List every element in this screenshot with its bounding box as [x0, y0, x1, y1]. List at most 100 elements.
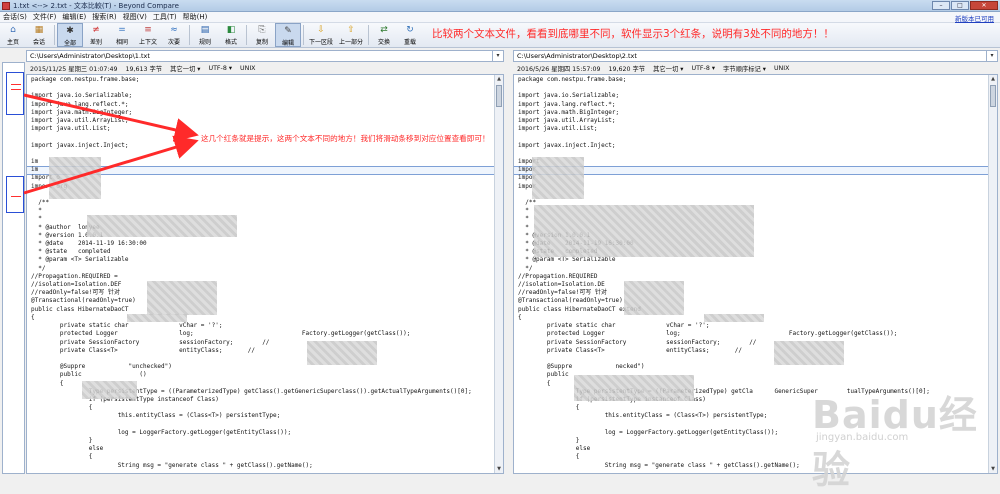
- scroll-up-icon[interactable]: ▲: [989, 75, 997, 83]
- title-bar: 1.txt <--> 2.txt - 文本比較(T) - Beyond Comp…: [0, 0, 1000, 12]
- redacted-region: [534, 205, 754, 257]
- session-label: 会话: [32, 39, 45, 46]
- redacted-region: [704, 314, 764, 322]
- reload-label: 重载: [403, 39, 416, 46]
- left-file-size: 19,613 字节: [125, 65, 163, 73]
- prev-section-button[interactable]: ⇧ 上一部分: [336, 23, 366, 47]
- right-browse-button[interactable]: ▾: [986, 51, 997, 61]
- scroll-up-icon[interactable]: ▲: [495, 75, 503, 83]
- redacted-region: [49, 157, 101, 199]
- minor-icon: ≈: [170, 25, 178, 35]
- right-line-ending[interactable]: UNIX: [774, 65, 790, 72]
- same-label: 相同: [115, 39, 128, 46]
- edit-button[interactable]: ✎ 编辑: [275, 23, 301, 47]
- menu-bar: 会话(S) 文件(F) 编辑(E) 搜索(R) 视图(V) 工具(T) 帮助(H…: [0, 12, 1000, 23]
- diff-icon: ≠: [92, 25, 100, 35]
- edit-icon: ✎: [284, 26, 292, 36]
- new-version-link[interactable]: 新版本已可用: [955, 13, 994, 23]
- rules-icon: ▤: [200, 25, 210, 35]
- left-scrollbar[interactable]: ▲ ▼: [494, 75, 503, 473]
- all-icon: ✱: [66, 26, 74, 36]
- close-button[interactable]: ✕: [970, 1, 998, 10]
- left-file-info: 2015/11/25 星期三 01:07:49 19,613 字节 其它一切 ▾…: [30, 63, 256, 73]
- context-button[interactable]: ≡ 上下文: [135, 23, 161, 47]
- menu-help[interactable]: 帮助(H): [180, 12, 211, 22]
- redacted-region: [127, 314, 187, 322]
- left-browse-button[interactable]: ▾: [492, 51, 503, 61]
- minor-button[interactable]: ≈ 次要: [161, 23, 187, 47]
- left-path-field[interactable]: C:\Users\Administrator\Desktop\1.txt ▾: [26, 50, 504, 62]
- right-path-field[interactable]: C:\Users\Administrator\Desktop\2.txt ▾: [513, 50, 998, 62]
- session-button[interactable]: ▦ 会话: [26, 23, 52, 47]
- same-icon: =: [118, 25, 126, 35]
- right-file-info: 2016/5/26 星期四 15:57:09 19,620 字节 其它一切 ▾ …: [517, 63, 789, 73]
- right-scrollbar[interactable]: ▲ ▼: [988, 75, 997, 473]
- left-encoding-label: UTF-8: [208, 64, 227, 72]
- redacted-region: [307, 341, 377, 365]
- session-icon: ▦: [34, 25, 44, 35]
- toolbar-separator: [246, 25, 247, 45]
- right-bom-dropdown[interactable]: 字节顺序标记 ▾: [723, 64, 766, 73]
- prev-section-label: 上一部分: [338, 39, 363, 46]
- show-same-button[interactable]: = 相同: [109, 23, 135, 47]
- left-rule-label: 其它一切: [170, 65, 196, 73]
- window-controls: – □ ✕: [932, 1, 998, 10]
- app-icon: [2, 1, 10, 10]
- format-label: 格式: [224, 39, 237, 46]
- redacted-region: [624, 281, 684, 315]
- right-bom-label: 字节顺序标记: [723, 65, 761, 73]
- redacted-region: [147, 281, 217, 315]
- show-all-button[interactable]: ✱ 全部: [57, 23, 83, 47]
- next-section-label: 下一区段: [308, 39, 333, 46]
- left-scroll-thumb[interactable]: [496, 85, 502, 107]
- overview-thumbnail[interactable]: [2, 62, 25, 474]
- redacted-region: [774, 341, 844, 365]
- all-label: 全部: [63, 40, 76, 47]
- menu-tools[interactable]: 工具(T): [150, 12, 180, 22]
- menu-view[interactable]: 视图(V): [120, 12, 150, 22]
- window-title: 1.txt <--> 2.txt - 文本比較(T) - Beyond Comp…: [13, 1, 179, 10]
- format-icon: ◧: [226, 25, 236, 35]
- home-button[interactable]: ⌂ 主页: [0, 23, 26, 47]
- left-file-date: 2015/11/25 星期三 01:07:49: [30, 65, 118, 73]
- left-line-ending[interactable]: UNIX: [240, 65, 256, 72]
- menu-session[interactable]: 会话(S): [0, 12, 30, 22]
- context-label: 上下文: [138, 39, 157, 46]
- right-encoding-dropdown[interactable]: UTF-8 ▾: [691, 65, 715, 72]
- menu-edit[interactable]: 编辑(E): [59, 12, 89, 22]
- right-file-date: 2016/5/26 星期四 15:57:09: [517, 65, 601, 73]
- redacted-region: [82, 381, 137, 399]
- context-icon: ≡: [144, 25, 152, 35]
- format-button[interactable]: ◧ 格式: [218, 23, 244, 47]
- copy-icon: ⎘: [258, 25, 266, 35]
- right-path-text: C:\Users\Administrator\Desktop\2.txt: [517, 52, 637, 60]
- show-diff-button[interactable]: ≠ 差别: [83, 23, 109, 47]
- rules-label: 规则: [198, 39, 211, 46]
- swap-button[interactable]: ⇄ 交换: [371, 23, 397, 47]
- edit-label: 编辑: [281, 40, 294, 47]
- toolbar-separator: [54, 25, 55, 45]
- watermark-url: jingyan.baidu.com: [816, 432, 909, 443]
- right-rule-dropdown[interactable]: 其它一切 ▾: [653, 64, 683, 73]
- left-rule-dropdown[interactable]: 其它一切 ▾: [170, 64, 200, 73]
- redacted-region: [87, 215, 237, 237]
- toolbar-separator: [189, 25, 190, 45]
- annotation-top: 比较两个文本文件，看看到底哪里不同，软件显示3个红条，说明有3处不同的地方！！: [432, 28, 834, 40]
- scroll-down-icon[interactable]: ▼: [989, 465, 997, 473]
- minor-label: 次要: [167, 39, 180, 46]
- rules-button[interactable]: ▤ 规则: [192, 23, 218, 47]
- reload-icon: ↻: [406, 25, 414, 35]
- right-rule-label: 其它一切: [653, 65, 679, 73]
- toolbar-separator: [368, 25, 369, 45]
- minimize-button[interactable]: –: [932, 1, 950, 10]
- right-scroll-thumb[interactable]: [990, 85, 996, 107]
- scroll-down-icon[interactable]: ▼: [495, 465, 503, 473]
- toolbar-separator: [303, 25, 304, 45]
- menu-search[interactable]: 搜索(R): [89, 12, 119, 22]
- next-section-button[interactable]: ⇩ 下一区段: [306, 23, 336, 47]
- menu-file[interactable]: 文件(F): [30, 12, 60, 22]
- left-encoding-dropdown[interactable]: UTF-8 ▾: [208, 65, 232, 72]
- reload-button[interactable]: ↻ 重载: [397, 23, 423, 47]
- copy-button[interactable]: ⎘ 复制: [249, 23, 275, 47]
- maximize-button[interactable]: □: [951, 1, 969, 10]
